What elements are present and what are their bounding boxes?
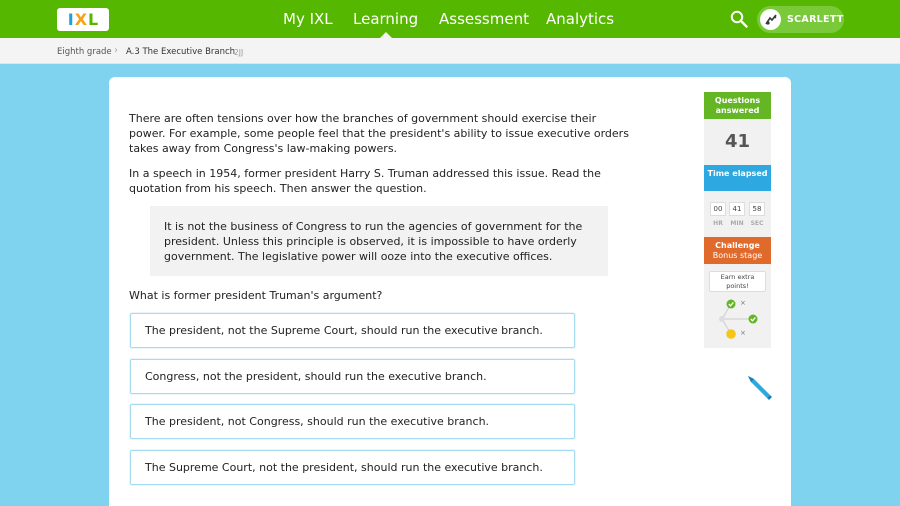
- timer-minutes: 41: [729, 202, 745, 216]
- answer-option-3[interactable]: The president, not Congress, should run …: [130, 404, 575, 439]
- nav-learning[interactable]: Learning: [353, 0, 418, 38]
- time-elapsed-label: Time elapsed: [704, 165, 771, 191]
- questions-answered-count: 41: [704, 119, 771, 165]
- challenge-path: [719, 299, 758, 339]
- user-menu[interactable]: SCARLETT: [757, 6, 844, 33]
- nav-analytics[interactable]: Analytics: [546, 0, 614, 38]
- timer-minutes-label: MIN: [730, 220, 744, 227]
- avatar: [760, 9, 781, 30]
- x-mark-icon: ×: [740, 329, 746, 337]
- questions-answered-label: Questions answered: [704, 92, 771, 119]
- top-navigation-bar: I X L My IXL Learning Assessment Analyti…: [0, 0, 900, 38]
- quotation-box: It is not the business of Congress to ru…: [150, 206, 608, 276]
- current-step-icon: [726, 329, 736, 339]
- timer: 00 41 58 HR MIN SEC: [704, 191, 771, 237]
- avatar-icon: [764, 14, 777, 25]
- answer-option-1[interactable]: The president, not the Supreme Court, sh…: [130, 313, 575, 348]
- logo-letter-i: I: [67, 10, 74, 29]
- timer-hours: 00: [710, 202, 726, 216]
- timer-seconds: 58: [749, 202, 765, 216]
- question-card: There are often tensions over how the br…: [109, 77, 791, 506]
- answer-option-2[interactable]: Congress, not the president, should run …: [130, 359, 575, 394]
- challenge-title: Challenge: [715, 241, 760, 250]
- breadcrumb-skill[interactable]: A.3 The Executive Branch: [126, 47, 235, 57]
- nav-assessment[interactable]: Assessment: [439, 0, 529, 38]
- search-icon[interactable]: [730, 10, 748, 28]
- challenge-subtitle: Bonus stage: [712, 251, 763, 260]
- nav-my-ixl[interactable]: My IXL: [283, 0, 333, 38]
- logo-letter-l: L: [88, 10, 99, 29]
- check-icon: [748, 314, 758, 324]
- ixl-logo[interactable]: I X L: [57, 8, 109, 31]
- check-icon: [726, 299, 736, 309]
- challenge-label: Challenge Bonus stage: [704, 237, 771, 264]
- timer-seconds-label: SEC: [750, 220, 764, 227]
- answer-option-4[interactable]: The Supreme Court, not the president, sh…: [130, 450, 575, 485]
- timer-hours-label: HR: [713, 220, 723, 227]
- intro-paragraph: There are often tensions over how the br…: [129, 112, 629, 155]
- path-node-icon: [719, 316, 725, 322]
- instruction-paragraph: In a speech in 1954, former president Ha…: [129, 167, 601, 195]
- chevron-right-icon: ›: [114, 45, 118, 56]
- pencil-icon[interactable]: [745, 373, 773, 401]
- breadcrumb: Eighth grade › A.3 The Executive Branch …: [0, 38, 900, 64]
- question-prompt: What is former president Truman's argume…: [129, 289, 383, 302]
- breadcrumb-grade[interactable]: Eighth grade: [57, 47, 112, 57]
- user-name: SCARLETT: [787, 14, 844, 25]
- logo-letter-x: X: [74, 10, 88, 29]
- x-mark-icon: ×: [740, 299, 746, 307]
- skill-code: 2JJ: [234, 48, 244, 57]
- challenge-progress: Earn extra points! × ×: [704, 264, 771, 348]
